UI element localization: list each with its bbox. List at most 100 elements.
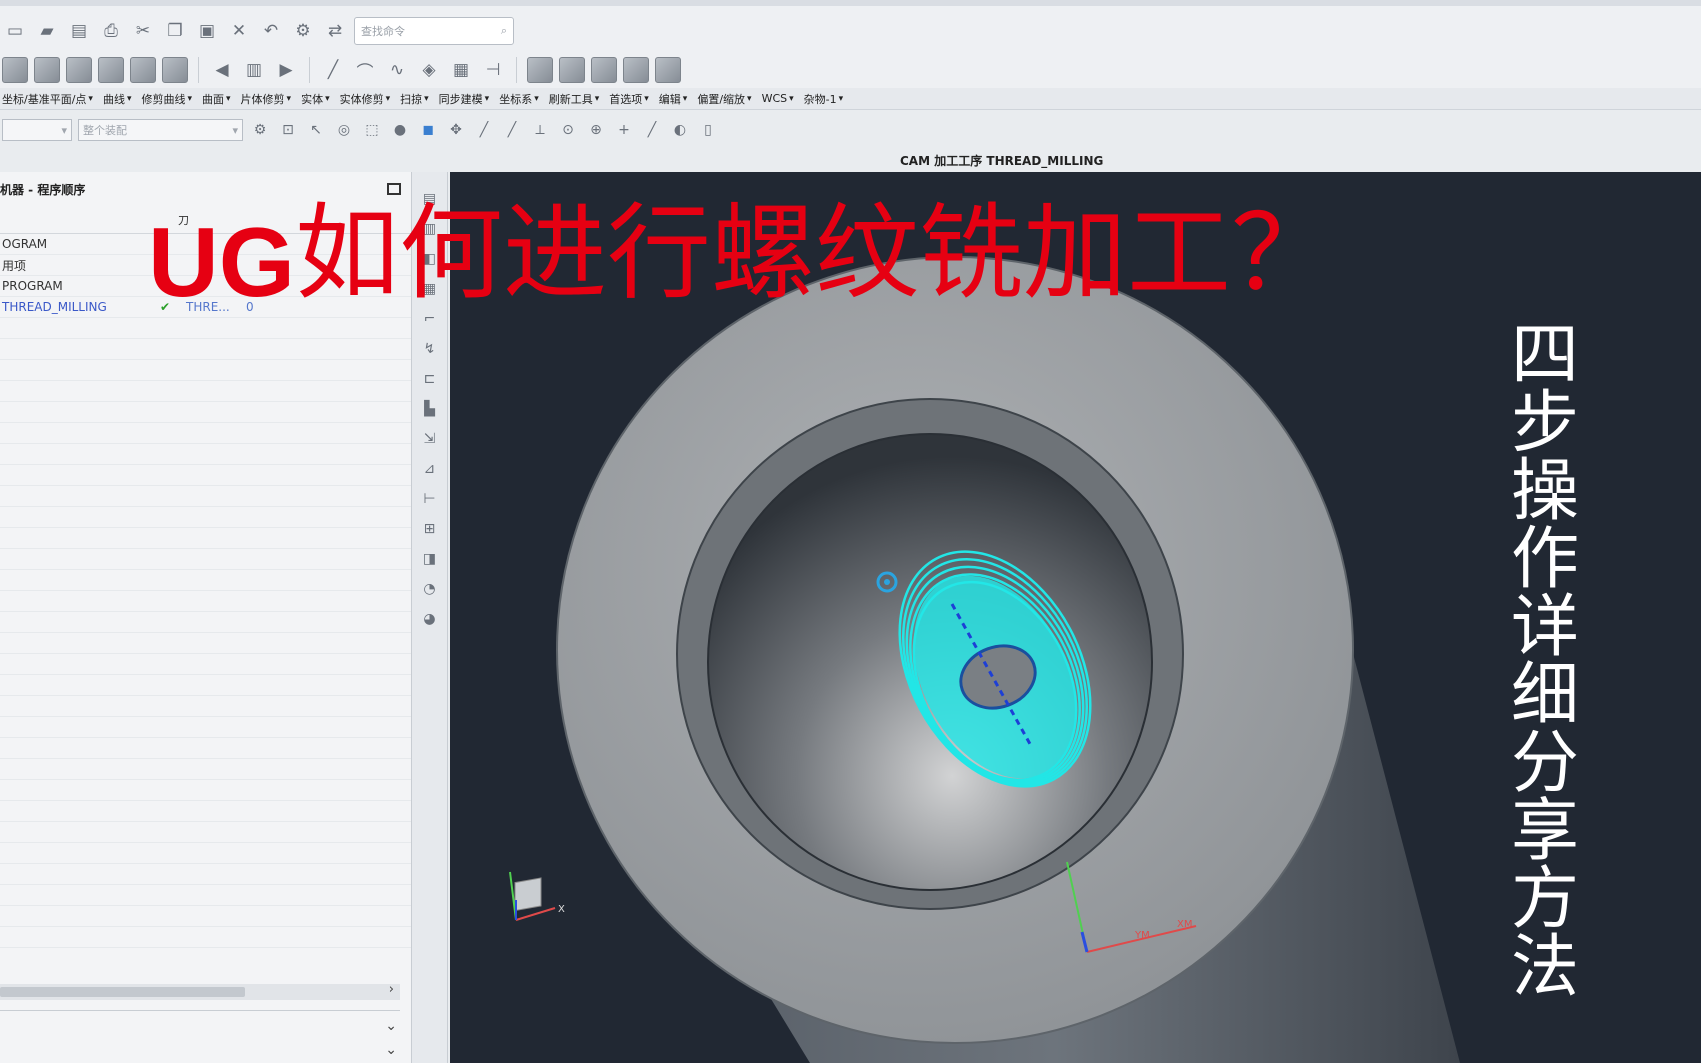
command-group-menu[interactable]: 同步建模 xyxy=(439,91,483,107)
chevron-down-icon: ▾ xyxy=(187,93,193,104)
navigator-cell-name: PROGRAM xyxy=(2,279,63,293)
type-filter-combo[interactable]: ▾ xyxy=(2,119,72,141)
navigator-cell-name: THREAD_MILLING xyxy=(2,300,107,314)
command-group-menu[interactable]: 曲面 xyxy=(202,91,224,107)
video-headline: UG如何进行螺纹铣加工？ xyxy=(148,168,1335,319)
studio-view-icon[interactable] xyxy=(623,57,649,83)
command-group-menu[interactable]: 杂物-1 xyxy=(804,91,837,107)
view-icon[interactable]: ◐ xyxy=(669,119,691,141)
verify-toolpath-icon[interactable]: ⊿ xyxy=(419,458,441,480)
surface-icon[interactable]: ◈ xyxy=(416,57,442,83)
hidden-edge-view-icon[interactable] xyxy=(591,57,617,83)
chevron-down-icon[interactable]: ⌄ xyxy=(385,1018,397,1034)
horizontal-scrollbar[interactable]: › xyxy=(0,982,400,1000)
center-snap-icon[interactable]: ⊙ xyxy=(557,119,579,141)
roles-icon[interactable]: ◕ xyxy=(419,608,441,630)
spline-icon[interactable]: ∿ xyxy=(384,57,410,83)
print-icon[interactable]: ⎙ xyxy=(98,18,124,44)
arrow-left-icon[interactable]: ◀ xyxy=(209,57,235,83)
toolbar-separator xyxy=(516,57,517,83)
command-group-menu[interactable]: 编辑 xyxy=(659,91,681,107)
revolve-icon[interactable] xyxy=(162,57,188,83)
snap-point-icon[interactable]: ⊡ xyxy=(277,119,299,141)
command-group-menu[interactable]: 刷新工具 xyxy=(549,91,593,107)
sphere-icon[interactable] xyxy=(98,57,124,83)
mesh-icon[interactable]: ▦ xyxy=(448,57,474,83)
copy-icon[interactable]: ❐ xyxy=(162,18,188,44)
new-file-icon[interactable]: ▭ xyxy=(2,18,28,44)
offset-icon[interactable]: ▥ xyxy=(241,57,267,83)
command-group-menu[interactable]: 首选项 xyxy=(609,91,642,107)
open-folder-icon[interactable]: ▰ xyxy=(34,18,60,44)
command-group-menu[interactable]: 修剪曲线 xyxy=(141,91,185,107)
command-group-menu[interactable]: 实体 xyxy=(301,91,323,107)
vertical-subtitle: 四步操作详细分享方法 xyxy=(1510,316,1579,1007)
chevron-right-icon[interactable]: › xyxy=(389,982,394,997)
triad-x-label: X xyxy=(558,904,565,915)
cut-icon[interactable]: ✂ xyxy=(130,18,156,44)
scrollbar-thumb[interactable] xyxy=(0,987,245,997)
endpoint-snap-icon[interactable]: ╱ xyxy=(501,119,523,141)
paste-icon[interactable]: ▣ xyxy=(194,18,220,44)
command-group-menu[interactable]: 坐标系 xyxy=(499,91,532,107)
extrude-icon[interactable] xyxy=(130,57,156,83)
line-snap-icon[interactable]: ╱ xyxy=(473,119,495,141)
generate-toolpath-icon[interactable]: ⇲ xyxy=(419,428,441,450)
command-group-menu[interactable]: 曲线 xyxy=(103,91,125,107)
arc-icon[interactable]: ⌒ xyxy=(352,57,378,83)
scope-filter-combo[interactable]: 整个装配 ▾ xyxy=(78,119,243,141)
shaded-view-icon[interactable] xyxy=(527,57,553,83)
command-group-menu[interactable]: 片体修剪 xyxy=(241,91,285,107)
navigator-cell-name: 用项 xyxy=(2,258,27,273)
headline-chinese: 如何进行螺纹铣加工？ xyxy=(295,192,1336,314)
command-group-menu[interactable]: WCS xyxy=(762,92,788,105)
cube-display-icon[interactable]: ◼ xyxy=(417,119,439,141)
sphere-display-icon[interactable]: ● xyxy=(389,119,411,141)
view-triad: X xyxy=(509,871,565,921)
command-group-menu[interactable]: 实体修剪 xyxy=(340,91,384,107)
save-icon[interactable]: ▤ xyxy=(66,18,92,44)
chevron-down-icon[interactable]: ⌄ xyxy=(385,1042,397,1058)
create-tool-icon[interactable]: ↯ xyxy=(419,338,441,360)
trim-icon[interactable]: ⊣ xyxy=(480,57,506,83)
box-select-icon[interactable]: ⬚ xyxy=(361,119,383,141)
command-search-input[interactable]: 查找命令 ⌕ xyxy=(354,17,514,45)
clipboard-icon[interactable]: ▯ xyxy=(697,119,719,141)
command-group-menu[interactable]: 偏置/缩放 xyxy=(697,91,745,107)
selection-toolbar: ▾ 整个装配 ▾ ⚙ ⊡ ↖ ◎ ⬚ ● ◼ ✥ ╱ ╱ ⟂ ⊙ ⊕ + ╱ ◐ … xyxy=(0,112,1701,148)
wireframe-view-icon[interactable] xyxy=(559,57,585,83)
chevron-down-icon: ▾ xyxy=(286,93,292,104)
cone-icon[interactable] xyxy=(66,57,92,83)
chevron-down-icon: ▾ xyxy=(747,93,752,104)
tangent-snap-icon[interactable]: ⟂ xyxy=(529,119,551,141)
command-group-menu[interactable]: 坐标/基准平面/点 xyxy=(2,91,86,107)
gear-icon[interactable]: ⚙ xyxy=(290,18,316,44)
scope-filter-value: 整个装配 xyxy=(83,124,127,137)
quadrant-snap-icon[interactable]: ⊕ xyxy=(585,119,607,141)
block-icon[interactable] xyxy=(2,57,28,83)
line-icon[interactable]: ╱ xyxy=(320,57,346,83)
select-arrow-icon[interactable]: ↖ xyxy=(305,119,327,141)
reuse-library-icon[interactable]: ◨ xyxy=(419,548,441,570)
role-icon[interactable]: ⇄ xyxy=(322,18,348,44)
command-group-menu[interactable]: 扫掠 xyxy=(400,91,422,107)
face-analysis-icon[interactable] xyxy=(655,57,681,83)
measure-icon[interactable]: ╱ xyxy=(641,119,663,141)
move-icon[interactable]: ✥ xyxy=(445,119,467,141)
shop-docs-icon[interactable]: ⊞ xyxy=(419,518,441,540)
delete-icon[interactable]: ✕ xyxy=(226,18,252,44)
post-process-icon[interactable]: ⊢ xyxy=(419,488,441,510)
command-group-menu-row: 坐标/基准平面/点 ▾ 曲线 ▾ 修剪曲线 ▾ 曲面 ▾ 片体修剪 ▾ 实体 ▾ 实体修剪 ▾ 扫掠 ▾ 同步建… xyxy=(0,88,1701,110)
crosshair-icon[interactable]: + xyxy=(613,119,635,141)
create-operation-icon[interactable]: ▙ xyxy=(419,398,441,420)
selection-mode-icon[interactable]: ⚙ xyxy=(249,119,271,141)
history-icon[interactable]: ◔ xyxy=(419,578,441,600)
mcs-xm-label: XM xyxy=(1177,919,1192,930)
circle-snap-icon[interactable]: ◎ xyxy=(333,119,355,141)
navigator-empty-rows xyxy=(0,318,411,958)
create-geometry-icon[interactable]: ⊏ xyxy=(419,368,441,390)
chevron-down-icon: ▾ xyxy=(789,93,794,104)
undo-icon[interactable]: ↶ xyxy=(258,18,284,44)
arrow-right-icon[interactable]: ▶ xyxy=(273,57,299,83)
cylinder-icon[interactable] xyxy=(34,57,60,83)
